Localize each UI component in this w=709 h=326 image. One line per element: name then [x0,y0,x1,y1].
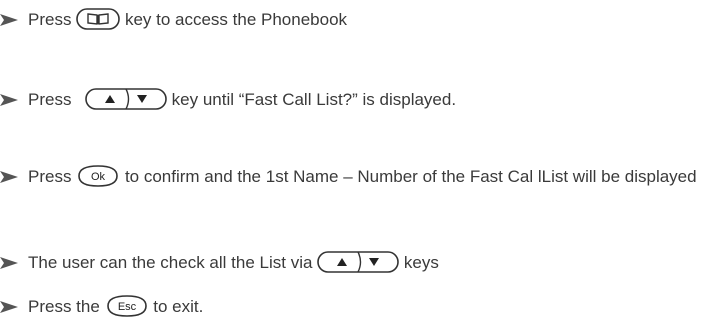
up-down-keys-icon [317,250,399,273]
step-post-text: key until “Fast Call List?” is displayed… [171,90,457,109]
step-post-text: key to access the Phonebook [124,10,348,29]
step-text: Press Ok to confirm and the 1st Name – N… [28,164,704,190]
step-pre-text: Press [28,90,72,109]
step-post-text: to exit. [153,297,204,316]
bullet-arrow-icon [0,296,28,318]
step-pre-text: The user can the check all the List via [28,253,313,272]
step-text: Press key to access the Phonebook [28,7,348,32]
step-pre-text: Press [28,10,72,29]
step-post-text: to confirm and the 1st Name – Number of … [124,167,697,186]
esc-key-label: Esc [117,301,136,313]
bullet-arrow-icon [0,252,28,274]
step-pre-text: Press the [28,297,100,316]
step-text: Press the Esc to exit. [28,294,204,319]
ok-key-label: Ok [91,171,106,183]
step-text: The user can the check all the List via … [28,250,439,275]
bullet-arrow-icon [0,89,28,111]
bullet-arrow-icon [0,164,28,190]
esc-key-icon: Esc [105,294,149,317]
ok-key-icon: Ok [76,164,120,187]
bullet-arrow-icon [0,9,28,31]
step-3: Press Ok to confirm and the 1st Name – N… [0,164,704,190]
step-5: Press the Esc to exit. [0,294,204,319]
step-2: Press key until “Fast Call List?” is dis… [0,87,457,112]
up-down-keys-icon [85,87,167,110]
step-pre-text: Press [28,167,72,186]
phonebook-key-icon [76,7,121,30]
step-1: Press key to access the Phonebook [0,7,348,32]
step-4: The user can the check all the List via … [0,250,439,275]
step-post-text: keys [403,253,439,272]
step-text: Press key until “Fast Call List?” is dis… [28,87,457,112]
